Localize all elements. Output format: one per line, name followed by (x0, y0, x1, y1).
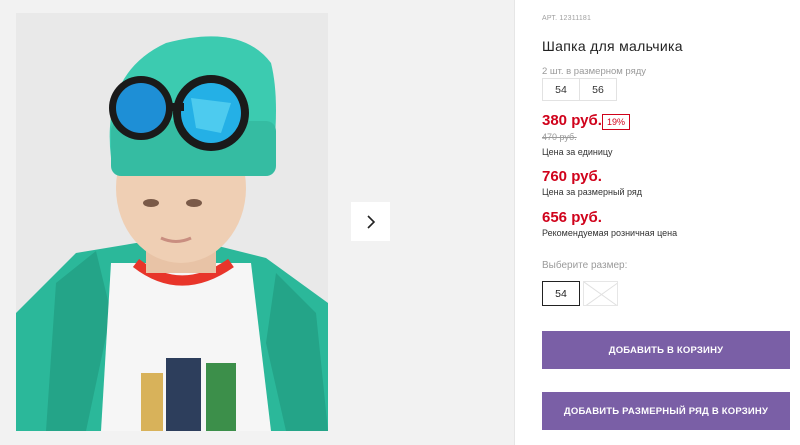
chevron-right-icon (366, 214, 375, 229)
row-price-caption: Цена за размерный ряд (542, 187, 643, 197)
size-selector: 54 (542, 281, 618, 306)
crossed-out-icon (584, 282, 617, 305)
unit-price: 380 руб. (542, 112, 602, 129)
row-size-item: 56 (579, 78, 617, 101)
row-size-item: 54 (542, 78, 580, 101)
recommended-price: 656 руб. (542, 209, 602, 226)
discount-badge: 19% (602, 114, 631, 130)
size-option-unavailable (583, 281, 618, 306)
product-photo-illustration (16, 13, 328, 431)
row-quantity-note: 2 шт. в размерном ряду (542, 66, 647, 77)
row-sizes-list: 54 56 (542, 78, 617, 101)
row-price: 760 руб. (542, 168, 602, 185)
product-gallery (0, 0, 515, 445)
product-photo[interactable] (16, 13, 328, 431)
size-option-selected[interactable]: 54 (542, 281, 580, 306)
article-number: АРТ. 12311181 (542, 15, 592, 22)
product-title: Шапка для мальчика (542, 38, 683, 54)
next-image-button[interactable] (351, 202, 390, 241)
old-price: 470 руб. (542, 132, 577, 142)
choose-size-label: Выберите размер: (542, 260, 628, 271)
recommended-price-caption: Рекомендуемая розничная цена (542, 228, 678, 238)
unit-price-caption: Цена за единицу (542, 147, 613, 157)
add-to-cart-button[interactable]: ДОБАВИТЬ В КОРЗИНУ (542, 331, 790, 369)
add-size-row-to-cart-button[interactable]: ДОБАВИТЬ РАЗМЕРНЫЙ РЯД В КОРЗИНУ (542, 392, 790, 430)
panel-divider (514, 0, 515, 445)
